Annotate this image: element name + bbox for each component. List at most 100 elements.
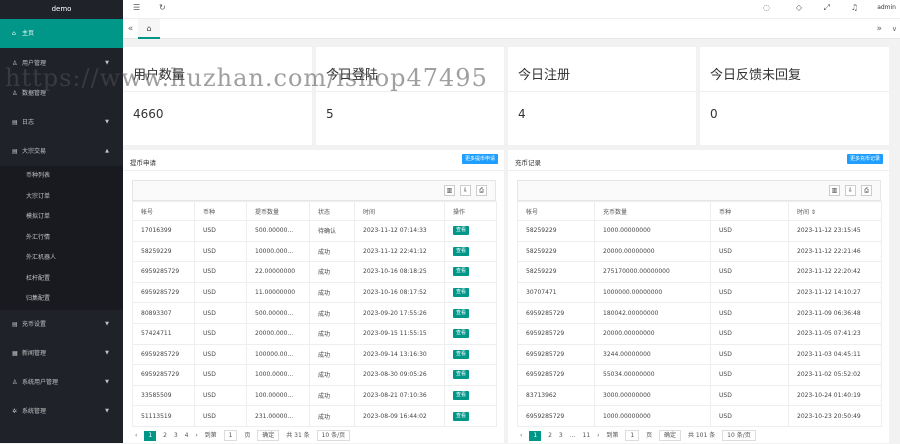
per-page-select[interactable]: 10 条/页 [316,430,351,441]
more-withdraw-button[interactable]: 更多提币申请 [461,154,498,164]
submenu-item[interactable]: 外汇机器人 [0,248,123,269]
sidebar-item-label: 新闻管理 [22,349,47,357]
sidebar-item-deposit-settings[interactable]: ▤ 充币设置 ▼ [0,310,123,339]
table-row: 58259229 20000.00000000 USD 2023-11-12 22:2… [517,240,882,263]
columns-icon[interactable]: ▥ [444,185,455,196]
column-header: 时间 [354,201,445,221]
sidebar-item-system[interactable]: ✲ 系统管理 ▼ [0,397,123,426]
table-row: 6959285729 20000.00000000 USD 2023-11-05 07… [517,322,882,345]
chevron-down-icon: ▼ [105,119,109,125]
sidebar-item-news[interactable]: ▦ 新闻管理 ▼ [0,339,123,368]
stat-value: 4 [518,107,526,121]
confirm-button[interactable]: 确定 [257,430,280,441]
view-button[interactable]: 查看 [453,391,470,401]
table-cell: 查看 [444,240,497,263]
panel-title: 提币申请 [130,159,156,167]
sidebar-item-bulk-trade[interactable]: ▤ 大宗交易 ▲ [0,137,123,166]
table-cell: 查看 [444,302,497,324]
chevron-down-icon[interactable]: ∨ [892,19,897,39]
table-cell: 2023-10-24 01:40:19 [788,384,882,407]
page-link[interactable]: 2 [548,427,552,444]
print-icon[interactable]: ⎙ [476,185,487,196]
sidebar-item-logs[interactable]: ▤ 日志 ▼ [0,108,123,137]
view-button[interactable]: 查看 [453,370,470,380]
sidebar-item-label: 充币设置 [22,320,47,328]
view-button[interactable]: 查看 [453,349,470,359]
page-link[interactable]: 11 [583,427,591,444]
sidebar-item-home[interactable]: ⌂ 主页 [0,19,123,48]
view-button[interactable]: 查看 [453,246,470,256]
stat-title: 今日反馈未回复 [710,68,802,83]
per-page-select[interactable]: 10 条/页 [722,430,756,441]
table-cell: 2023-11-03 04:45:11 [788,343,882,366]
page-link[interactable]: 2 [163,427,167,444]
menu-toggle-icon[interactable]: ☰ [133,3,140,12]
stat-card-feedback: 今日反馈未回复 0 [700,47,889,145]
table-cell: 57424711 [132,322,195,345]
page-current[interactable]: 1 [529,431,542,441]
tab-home[interactable]: ⌂ [138,19,160,39]
admin-user[interactable]: admin [877,4,896,11]
submenu-item[interactable]: 外汇行情 [0,228,123,249]
chevron-down-icon: ▼ [105,320,109,327]
page-input[interactable]: 1 [223,430,238,441]
page-current[interactable]: 1 [144,431,157,441]
table-cell: 待确认 [309,220,355,242]
next-page-icon[interactable]: › [195,427,197,444]
next-page-icon[interactable]: › [597,427,599,444]
table-cell: 6959285729 [132,261,195,283]
tag-icon[interactable]: ◇ [796,3,802,12]
sidebar-item-system-users[interactable]: ♙ 系统用户管理 ▼ [0,368,123,397]
table-cell: 1000.0000... [246,364,310,386]
table-cell: 成功 [309,261,355,283]
table-cell: 查看 [444,220,497,242]
prev-page-icon[interactable]: ‹ [135,427,137,444]
view-button[interactable]: 查看 [453,288,470,298]
stat-value: 0 [710,107,718,121]
table-cell: 55034.00000000 [594,364,711,386]
table-cell: 10000.000... [246,240,310,263]
page-link[interactable]: 3 [174,427,178,444]
stat-title: 今日注册 [518,68,571,83]
submenu-item[interactable]: 币种列表 [0,166,123,187]
export-icon[interactable]: ⇩ [460,185,471,196]
theme-icon[interactable]: ◌ [763,3,770,12]
submenu-item[interactable]: 杠杆配置 [0,269,123,290]
view-button[interactable]: 查看 [453,329,470,339]
print-icon[interactable]: ⎙ [861,185,872,196]
sidebar-item-label: 系统用户管理 [22,378,59,386]
table-cell: 2023-11-12 07:14:33 [354,220,445,242]
table-cell: 20000.00000000 [594,322,711,345]
stat-card-users: 用户数量 4660 [123,47,312,145]
table-cell: USD [710,343,789,366]
export-icon[interactable]: ⇩ [845,185,856,196]
table-cell: 20000.000... [246,322,310,345]
columns-icon[interactable]: ▥ [829,185,840,196]
prev-page-icon[interactable]: ‹ [520,427,522,444]
submenu-item[interactable]: 归集配置 [0,289,123,310]
file-icon: ▤ [12,119,18,126]
tabs-scroll-left[interactable]: « [123,19,138,39]
refresh-icon[interactable]: ↻ [159,3,166,12]
view-button[interactable]: 查看 [453,308,470,318]
panel-title: 充币记录 [515,159,541,167]
view-button[interactable]: 查看 [453,226,470,236]
page-link[interactable]: 3 [559,427,563,444]
view-button[interactable]: 查看 [453,267,470,277]
page-link[interactable]: 4 [185,427,189,444]
confirm-button[interactable]: 确定 [659,430,682,441]
table-toolbar: ▥ ⇩ ⎙ [132,180,496,201]
more-deposit-button[interactable]: 更多充币记录 [846,154,883,164]
page-input[interactable]: 1 [625,430,640,441]
submenu-item[interactable]: 模拟订单 [0,207,123,228]
fullscreen-icon[interactable]: ⤢ [824,3,830,13]
table-cell: 成功 [309,384,355,407]
table-cell: 1000.00000000 [594,405,711,427]
bell-icon[interactable]: ♫ [851,3,858,12]
table-row: 58259229 1000.00000000 USD 2023-11-12 23:15… [517,220,882,242]
tabs-scroll-right[interactable]: » [876,19,882,39]
table-cell: USD [194,240,247,263]
submenu-item[interactable]: 大宗订单 [0,187,123,208]
table-row: 51113519 USD 231.00000... 成功 2023-08-09 16:4… [132,405,497,427]
view-button[interactable]: 查看 [453,411,470,421]
